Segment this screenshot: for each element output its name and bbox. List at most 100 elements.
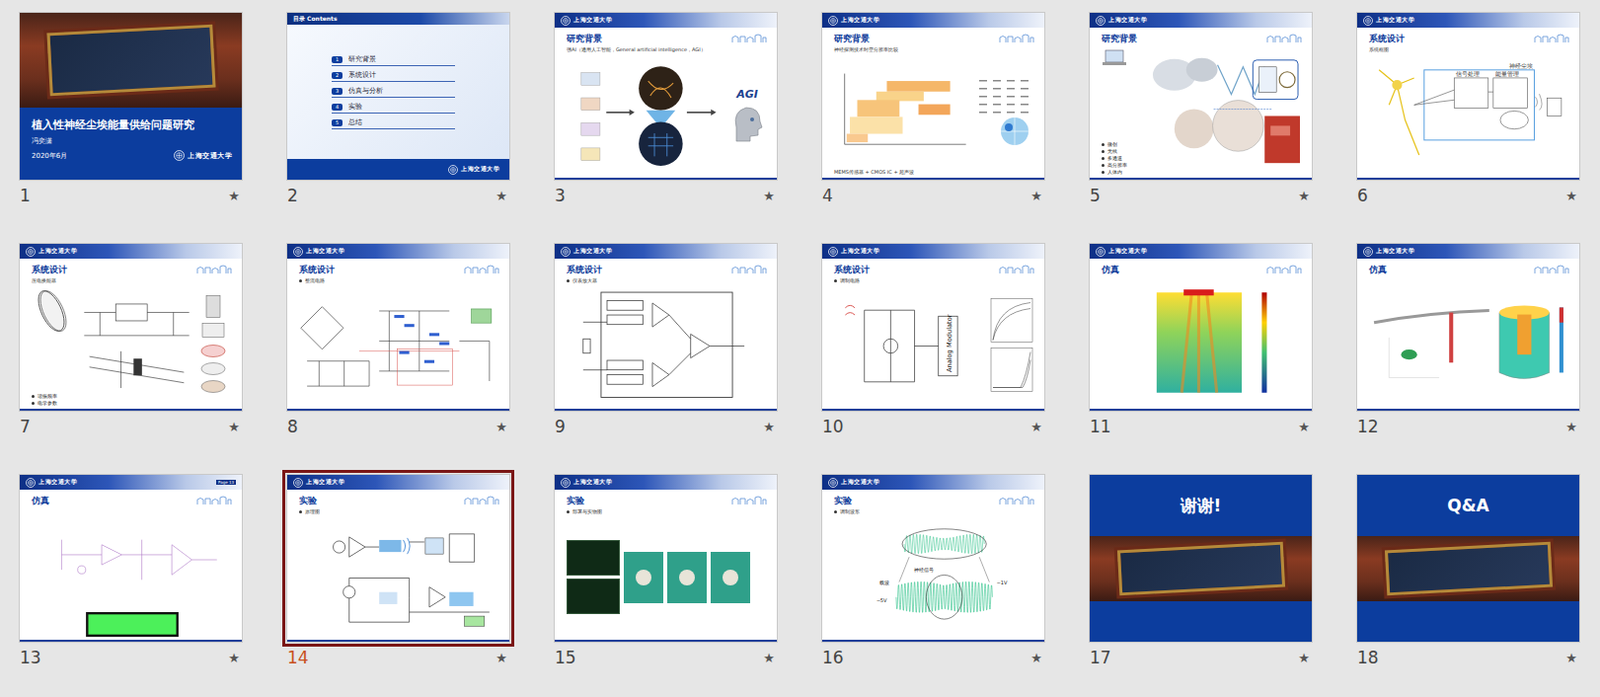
- slide-cell: 上海交通大学研究背景微创无线多通道高分辨率人体内5★: [1089, 12, 1312, 212]
- slide-cell: 上海交通大学仿真11★: [1089, 243, 1312, 443]
- transition-star-icon[interactable]: ★: [495, 650, 510, 666]
- slide-cell: Q&A18★: [1357, 474, 1580, 674]
- system-block-diagram: 信号处理能量管理神经尘埃: [1369, 55, 1570, 175]
- title-slide: 植入性神经尘埃能量供给问题研究冯奕潇2020年6月上海交通大学: [19, 12, 242, 180]
- gate-logo-icon: [731, 33, 767, 44]
- slide-cell: 上海交通大学实验部署与实物图 15 ★: [554, 474, 777, 674]
- slide-number: 4: [822, 185, 834, 206]
- gate-logo-icon: [998, 33, 1035, 44]
- slide-cell: 上海交通大学系统设计调制电路Analog Modulator 10 ★: [822, 243, 1045, 443]
- transition-star-icon[interactable]: ★: [1030, 650, 1045, 666]
- modulation-waveform: 神经信号载波~1V~5V: [834, 517, 1035, 637]
- slide-thumbnail[interactable]: Q&A: [1357, 474, 1580, 642]
- slide-title: 实验: [299, 494, 317, 508]
- slide-thumbnail[interactable]: 上海交通大学实验原理图: [287, 474, 510, 642]
- slide-header-banner: 上海交通大学: [19, 243, 242, 259]
- transition-star-icon[interactable]: ★: [1297, 650, 1312, 666]
- simulation-circuit: [31, 510, 232, 610]
- slide-subtitle: 整流电路: [299, 277, 500, 284]
- content-slide: 上海交通大学研究背景强AI（通用人工智能，General artificial …: [554, 12, 777, 180]
- slide-number: 7: [19, 416, 31, 437]
- slide-thumbnail[interactable]: 上海交通大学实验部署与实物图: [554, 474, 777, 642]
- slide-thumbnail[interactable]: 上海交通大学Page 13仿真: [19, 474, 242, 642]
- transducer-modes-figure: [198, 286, 232, 406]
- content-slide: 上海交通大学研究背景神经探测技术时空分辨率比较MEMS传感器 + CMOS IC…: [822, 12, 1045, 180]
- presentation-title: 植入性神经尘埃能量供给问题研究: [31, 117, 232, 133]
- gate-logo-icon: [1266, 33, 1302, 44]
- university-seal-icon: [560, 15, 571, 26]
- transition-star-icon[interactable]: ★: [1297, 188, 1312, 204]
- content-slide: 上海交通大学实验调制波形神经信号载波~1V~5V: [822, 474, 1045, 642]
- slide-number: 10: [822, 416, 844, 437]
- slide-header-banner: 上海交通大学: [554, 12, 777, 28]
- transition-star-icon[interactable]: ★: [495, 188, 510, 204]
- transition-star-icon[interactable]: ★: [228, 188, 242, 204]
- transition-star-icon[interactable]: ★: [1565, 650, 1580, 666]
- transition-star-icon[interactable]: ★: [1565, 188, 1580, 204]
- svg-text:载波: 载波: [879, 579, 890, 586]
- slide-thumbnail[interactable]: 上海交通大学研究背景神经探测技术时空分辨率比较MEMS传感器 + CMOS IC…: [822, 12, 1045, 180]
- closing-slide: 谢谢!: [1089, 474, 1312, 642]
- bullet-item: 谐振频率: [31, 392, 76, 399]
- transition-star-icon[interactable]: ★: [1030, 419, 1045, 435]
- acoustic-field-heatmap: [1101, 279, 1302, 406]
- slide-cell: 上海交通大学研究背景神经探测技术时空分辨率比较MEMS传感器 + CMOS IC…: [822, 12, 1045, 212]
- university-logo: 上海交通大学: [828, 246, 880, 257]
- slide-header-banner: 上海交通大学: [822, 12, 1045, 28]
- slide-thumbnail[interactable]: 目录 Contents1研究背景2系统设计3仿真与分析4实验5总结上海交通大学: [287, 12, 510, 180]
- device-photo: [623, 551, 664, 604]
- bullet-item: 多通道: [1101, 154, 1142, 161]
- slide-thumbnail[interactable]: 上海交通大学实验调制波形神经信号载波~1V~5V: [822, 474, 1045, 642]
- transition-star-icon[interactable]: ★: [228, 650, 242, 666]
- transition-star-icon[interactable]: ★: [495, 419, 510, 435]
- slide-thumbnail[interactable]: 植入性神经尘埃能量供给问题研究冯奕潇2020年6月上海交通大学: [19, 12, 242, 180]
- modulator-circuit: Analog Modulator: [834, 286, 984, 406]
- slide-title: 仿真: [1101, 263, 1120, 277]
- transition-star-icon[interactable]: ★: [1030, 188, 1045, 204]
- svg-text:能量管理: 能量管理: [1495, 70, 1520, 77]
- slide-thumbnail[interactable]: 上海交通大学仿真: [1089, 243, 1312, 411]
- slide-thumbnail[interactable]: 上海交通大学系统设计调制电路Analog Modulator: [822, 243, 1045, 411]
- university-seal-icon: [828, 246, 839, 257]
- university-logo: 上海交通大学: [560, 477, 612, 488]
- slide-header-banner: 上海交通大学: [287, 474, 510, 490]
- plaque-photo: [1357, 535, 1580, 602]
- slide-cell: 上海交通大学系统设计系统框图信号处理能量管理神经尘埃6★: [1357, 12, 1580, 212]
- slide-title: 研究背景: [566, 32, 603, 46]
- page-note: Page 13: [216, 479, 236, 485]
- slide-thumbnail[interactable]: 上海交通大学仿真: [1357, 243, 1580, 411]
- slide-cell: 植入性神经尘埃能量供给问题研究冯奕潇2020年6月上海交通大学1★: [19, 12, 242, 212]
- slide-number: 15: [554, 647, 577, 668]
- transition-star-icon[interactable]: ★: [228, 419, 242, 435]
- piezo-equivalent-circuit: [78, 286, 195, 406]
- agi-diagram: [566, 55, 724, 175]
- transition-star-icon[interactable]: ★: [1297, 419, 1312, 435]
- slide-thumbnail[interactable]: 上海交通大学系统设计仪表放大器: [554, 243, 777, 411]
- slide-thumbnail[interactable]: 上海交通大学系统设计整流电路: [287, 243, 510, 411]
- toc-item: 2系统设计: [331, 70, 456, 82]
- transition-star-icon[interactable]: ★: [1565, 419, 1580, 435]
- gate-logo-icon: [731, 495, 767, 506]
- university-seal-icon: [25, 246, 36, 257]
- instrumentation-amplifier-circuit: [566, 286, 767, 406]
- toc-item: 4实验: [331, 101, 456, 114]
- slide-thumbnail[interactable]: 谢谢!: [1089, 474, 1312, 642]
- author: 冯奕潇: [31, 136, 232, 147]
- slide-thumbnail[interactable]: 上海交通大学系统设计压电换能器谐振频率电学参数: [19, 243, 242, 411]
- fem-simulation-figure: [1369, 279, 1570, 406]
- svg-text:Analog Modulator: Analog Modulator: [945, 313, 954, 373]
- slide-subtitle: 部署与实物图: [566, 508, 767, 515]
- slide-thumbnail[interactable]: 上海交通大学研究背景微创无线多通道高分辨率人体内: [1089, 12, 1312, 180]
- slide-thumbnail[interactable]: 上海交通大学系统设计系统框图信号处理能量管理神经尘埃: [1357, 12, 1580, 180]
- transition-star-icon[interactable]: ★: [762, 188, 777, 204]
- device-photo: [710, 551, 751, 604]
- transition-star-icon[interactable]: ★: [762, 419, 777, 435]
- bullet-item: 无线: [1101, 148, 1142, 154]
- content-slide: 上海交通大学系统设计整流电路: [287, 243, 510, 411]
- slide-thumbnail[interactable]: 上海交通大学研究背景强AI（通用人工智能，General artificial …: [554, 12, 777, 180]
- bullet-item: 电学参数: [31, 399, 76, 406]
- slide-number: 14: [287, 647, 309, 668]
- transition-star-icon[interactable]: ★: [762, 650, 777, 666]
- university-seal-icon: [1095, 15, 1106, 26]
- university-logo: 上海交通大学: [293, 246, 345, 257]
